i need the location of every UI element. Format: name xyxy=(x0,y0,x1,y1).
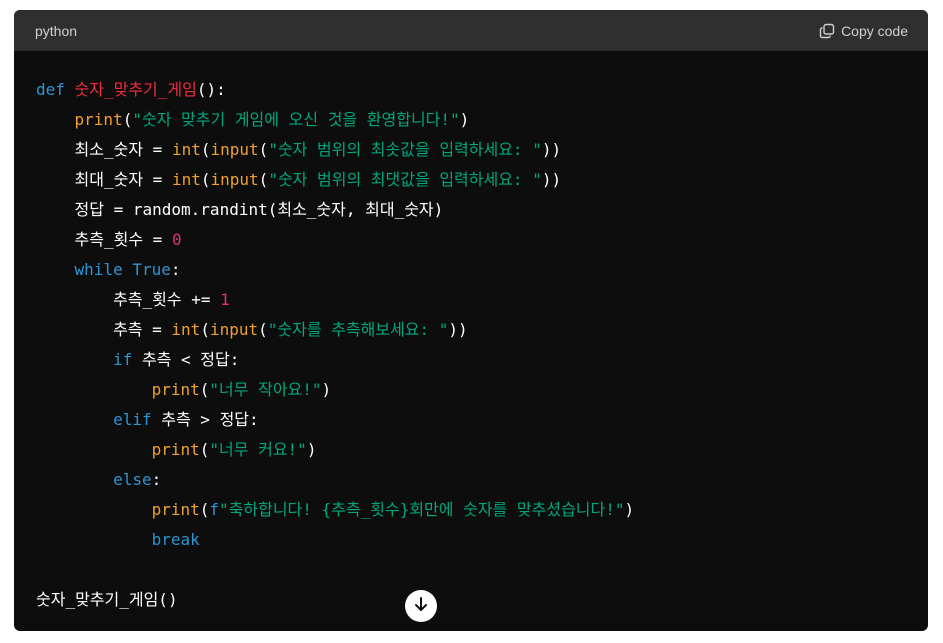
code-token: ( xyxy=(258,320,268,339)
code-token: 숫자_맞추기_게임() xyxy=(36,590,178,609)
code-line: elif 추측 > 정답: xyxy=(36,405,928,435)
code-token: 추측_횟수 = xyxy=(36,230,172,249)
code-token: 숫자_맞추기_게임 xyxy=(74,80,197,99)
code-token: "너무 작아요!" xyxy=(209,380,322,399)
code-line: print("너무 작아요!") xyxy=(36,375,928,405)
code-token: 0 xyxy=(171,230,182,249)
code-line: print(f"축하합니다! {추측_횟수}회만에 숫자를 맞추셨습니다!") xyxy=(36,495,928,525)
code-token: "축하합니다! {추측_횟수}회만에 숫자를 맞추셨습니다!" xyxy=(219,500,625,519)
code-token: )) xyxy=(448,320,468,339)
code-line: else: xyxy=(36,465,928,495)
code-token: 정답 = random.randint(최소_숫자, 최대_숫자) xyxy=(36,200,444,219)
code-token: def xyxy=(36,80,65,99)
code-token: )) xyxy=(541,170,562,189)
code-token: 추측_횟수 += xyxy=(36,290,221,309)
code-line: while True: xyxy=(36,255,928,285)
code-token: ) xyxy=(459,110,470,129)
code-token: 추측 > 정답: xyxy=(151,410,259,429)
code-token: "숫자 범위의 최댓값을 입력하세요: " xyxy=(268,170,542,189)
code-token: input xyxy=(210,170,259,189)
code-token: ( xyxy=(199,440,210,459)
code-token: : xyxy=(170,260,181,279)
code-token: True xyxy=(132,260,171,279)
code-token: if xyxy=(113,350,133,369)
code-token: f xyxy=(209,500,220,519)
code-token: "숫자 범위의 최솟값을 입력하세요: " xyxy=(268,140,542,159)
code-token: ( xyxy=(199,500,210,519)
code-token: ( xyxy=(200,170,211,189)
code-token: ) xyxy=(306,440,317,459)
copy-code-label: Copy code xyxy=(841,22,908,39)
code-token: print xyxy=(74,110,123,129)
code-token: input xyxy=(209,320,259,339)
code-token: ) xyxy=(321,380,332,399)
code-token: ( xyxy=(258,140,269,159)
code-token: ) xyxy=(624,500,635,519)
code-token: 최소_숫자 = xyxy=(36,140,172,159)
code-line: 정답 = random.randint(최소_숫자, 최대_숫자) xyxy=(36,195,928,225)
arrow-down-icon xyxy=(412,595,430,618)
code-token: (): xyxy=(196,80,226,99)
scroll-to-bottom-button[interactable] xyxy=(405,590,437,622)
code-block-header: python Copy code xyxy=(14,10,928,51)
code-block: python Copy code def 숫자_맞추기_게임(): print(… xyxy=(14,10,928,631)
code-token: 최대_숫자 = xyxy=(36,170,172,189)
code-line: 최대_숫자 = int(input("숫자 범위의 최댓값을 입력하세요: ")… xyxy=(36,165,928,195)
code-line: print("숫자 맞추기 게임에 오신 것을 환영합니다!") xyxy=(36,105,928,135)
code-line: break xyxy=(36,525,928,555)
code-token: print xyxy=(151,440,200,459)
code-line: 추측_횟수 += 1 xyxy=(36,285,928,315)
code-token: int xyxy=(171,140,201,159)
code-token: print xyxy=(151,380,200,399)
code-token: )) xyxy=(541,140,562,159)
code-line: 최소_숫자 = int(input("숫자 범위의 최솟값을 입력하세요: ")… xyxy=(36,135,928,165)
code-line: 추측 = int(input("숫자를 추측해보세요: ")) xyxy=(36,315,928,345)
code-token: 추측 < 정답: xyxy=(132,350,240,369)
code-token: 추측 = xyxy=(36,320,172,339)
code-line: 숫자_맞추기_게임() xyxy=(36,585,928,615)
code-token: int xyxy=(171,320,201,339)
clipboard-icon xyxy=(819,23,835,39)
code-token: else xyxy=(113,470,152,489)
code-token: : xyxy=(151,470,162,489)
code-line: if 추측 < 정답: xyxy=(36,345,928,375)
code-line: 추측_횟수 = 0 xyxy=(36,225,928,255)
code-token: "너무 커요!" xyxy=(209,440,307,459)
copy-code-button[interactable]: Copy code xyxy=(819,23,908,39)
code-line: print("너무 커요!") xyxy=(36,435,928,465)
code-token: elif xyxy=(113,410,152,429)
code-token: "숫자를 추측해보세요: " xyxy=(267,320,449,339)
code-token: break xyxy=(151,530,200,549)
code-token: "숫자 맞추기 게임에 오신 것을 환영합니다!" xyxy=(132,110,460,129)
code-line: def 숫자_맞추기_게임(): xyxy=(36,75,928,105)
code-token: print xyxy=(151,500,200,519)
code-content[interactable]: def 숫자_맞추기_게임(): print("숫자 맞추기 게임에 오신 것을… xyxy=(14,51,928,615)
language-label: python xyxy=(35,22,78,39)
code-token: ( xyxy=(258,170,269,189)
code-token: int xyxy=(171,170,201,189)
code-token: ( xyxy=(200,320,210,339)
code-token: while xyxy=(74,260,123,279)
code-token: ( xyxy=(199,380,210,399)
code-token: ( xyxy=(200,140,211,159)
code-token: 1 xyxy=(220,290,230,309)
code-token: ( xyxy=(122,110,133,129)
code-token: input xyxy=(210,140,259,159)
